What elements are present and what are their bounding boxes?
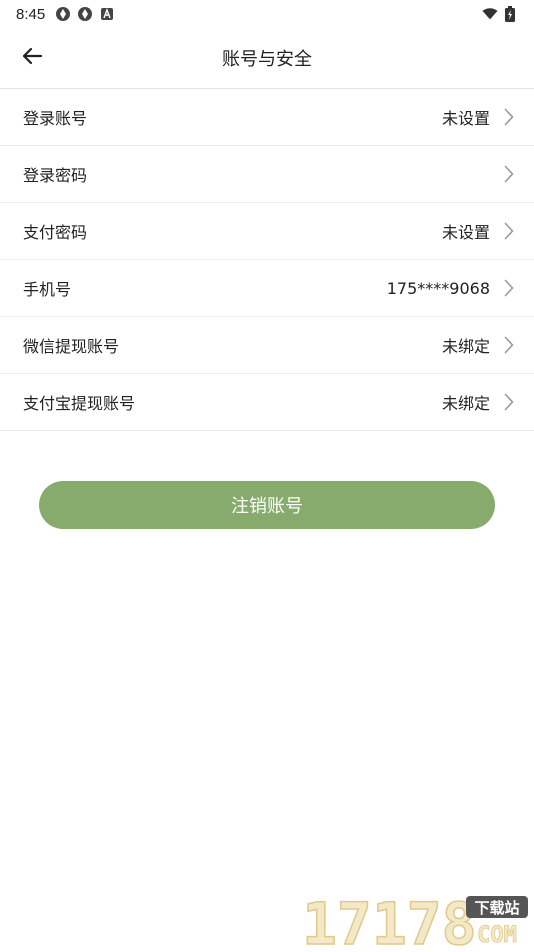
watermark-number: 17178 (302, 892, 477, 948)
app-notification-icon (55, 6, 71, 22)
row-label: 手机号 (23, 280, 72, 299)
wifi-icon (482, 6, 498, 22)
status-time: 8:45 (16, 5, 46, 23)
row-login-account[interactable]: 登录账号 未设置 (0, 89, 534, 146)
chevron-right-icon (502, 392, 516, 412)
chevron-right-icon (502, 164, 516, 184)
row-payment-password[interactable]: 支付密码 未设置 (0, 203, 534, 260)
watermark-domain: COM (477, 923, 517, 948)
chevron-right-icon (502, 221, 516, 241)
chevron-right-icon (502, 107, 516, 127)
arrow-left-icon (21, 45, 43, 71)
row-alipay-withdraw-account[interactable]: 支付宝提现账号 未绑定 (0, 374, 534, 431)
row-label: 支付密码 (23, 223, 88, 242)
status-left: 8:45 (16, 6, 115, 23)
watermark-tag: 下载站 (474, 899, 519, 917)
row-label: 登录账号 (23, 109, 88, 128)
status-right (482, 6, 518, 22)
app-notification-icon (77, 6, 93, 22)
row-value: 未绑定 (441, 337, 490, 356)
watermark-logo: 17178 下载站 COM (300, 889, 530, 952)
row-label: 微信提现账号 (23, 337, 120, 356)
row-value: 175****9068 (386, 278, 490, 298)
back-button[interactable] (12, 38, 52, 78)
chevron-right-icon (502, 335, 516, 355)
row-value: 未设置 (441, 223, 490, 242)
row-login-password[interactable]: 登录密码 (0, 146, 534, 203)
row-wechat-withdraw-account[interactable]: 微信提现账号 未绑定 (0, 317, 534, 374)
delete-account-button[interactable]: 注销账号 (39, 481, 495, 529)
row-label: 支付宝提现账号 (23, 394, 136, 413)
settings-list: 登录账号 未设置 登录密码 支付密码 未设置 手机号 175****9068 微… (0, 89, 534, 431)
font-a-icon (99, 6, 115, 22)
status-bar: 8:45 (0, 0, 534, 28)
row-value: 未设置 (441, 109, 490, 128)
page-title: 账号与安全 (222, 49, 312, 70)
row-value: 未绑定 (441, 394, 490, 413)
row-label: 登录密码 (23, 166, 88, 185)
battery-charging-icon (502, 6, 518, 22)
row-phone-number[interactable]: 手机号 175****9068 (0, 260, 534, 317)
app-bar: 账号与安全 (0, 28, 534, 89)
chevron-right-icon (502, 278, 516, 298)
